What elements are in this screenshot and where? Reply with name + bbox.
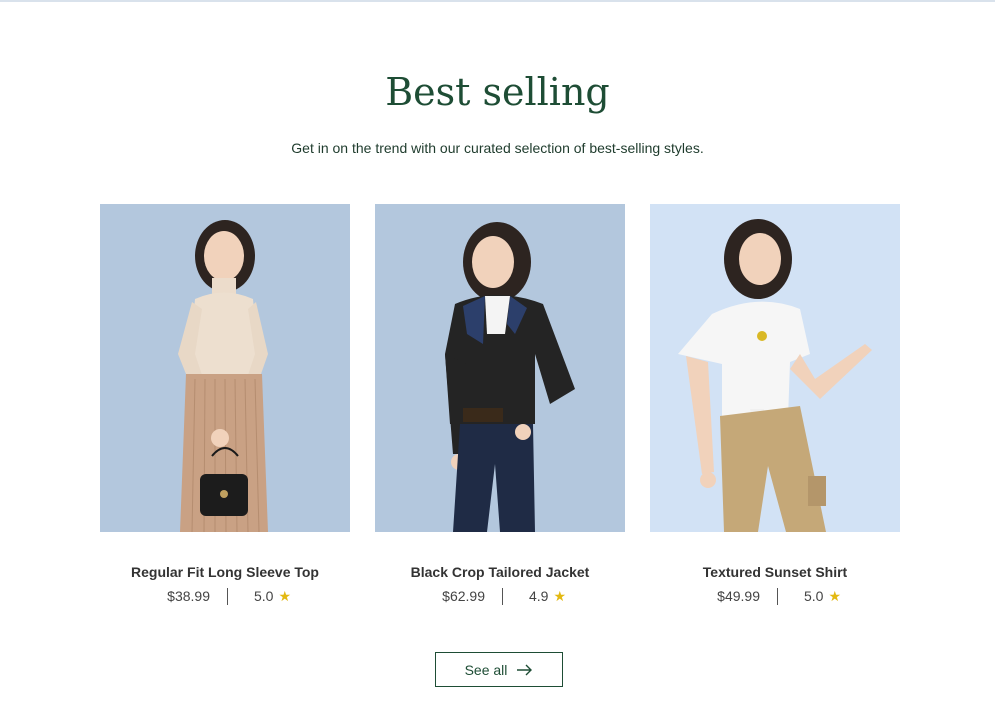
product-price: $38.99 <box>167 588 210 604</box>
star-icon: ★ <box>278 588 292 604</box>
arrow-right-icon <box>517 664 533 676</box>
product-name[interactable]: Black Crop Tailored Jacket <box>345 564 655 580</box>
star-icon: ★ <box>553 588 567 604</box>
product-card[interactable]: Black Crop Tailored Jacket $62.99 4.9 ★ <box>375 204 625 605</box>
product-image[interactable] <box>650 204 900 532</box>
section-subtitle: Get in on the trend with our curated sel… <box>291 140 704 156</box>
rating-value: 4.9 <box>529 588 549 604</box>
product-rating: 5.0 ★ <box>254 588 291 605</box>
section-title: Best selling <box>385 70 610 114</box>
top-divider <box>0 0 995 2</box>
product-price: $62.99 <box>442 588 485 604</box>
product-card[interactable]: Regular Fit Long Sleeve Top $38.99 5.0 ★ <box>100 204 350 605</box>
product-image[interactable] <box>375 204 625 532</box>
product-meta: $62.99 4.9 ★ <box>375 588 625 608</box>
product-meta: $49.99 5.0 ★ <box>650 588 900 608</box>
rating-value: 5.0 <box>254 588 274 604</box>
star-icon: ★ <box>828 588 842 604</box>
product-price: $49.99 <box>717 588 760 604</box>
meta-divider <box>502 588 503 605</box>
see-all-label: See all <box>464 661 508 678</box>
product-rating: 4.9 ★ <box>529 588 566 605</box>
meta-divider <box>227 588 228 605</box>
product-meta: $38.99 5.0 ★ <box>100 588 350 608</box>
rating-value: 5.0 <box>804 588 824 604</box>
product-rating: 5.0 ★ <box>804 588 841 605</box>
meta-divider <box>777 588 778 605</box>
product-name[interactable]: Textured Sunset Shirt <box>620 564 930 580</box>
product-card[interactable]: Textured Sunset Shirt $49.99 5.0 ★ <box>650 204 900 605</box>
see-all-button[interactable]: See all <box>435 652 563 687</box>
product-image[interactable] <box>100 204 350 532</box>
product-name[interactable]: Regular Fit Long Sleeve Top <box>70 564 380 580</box>
